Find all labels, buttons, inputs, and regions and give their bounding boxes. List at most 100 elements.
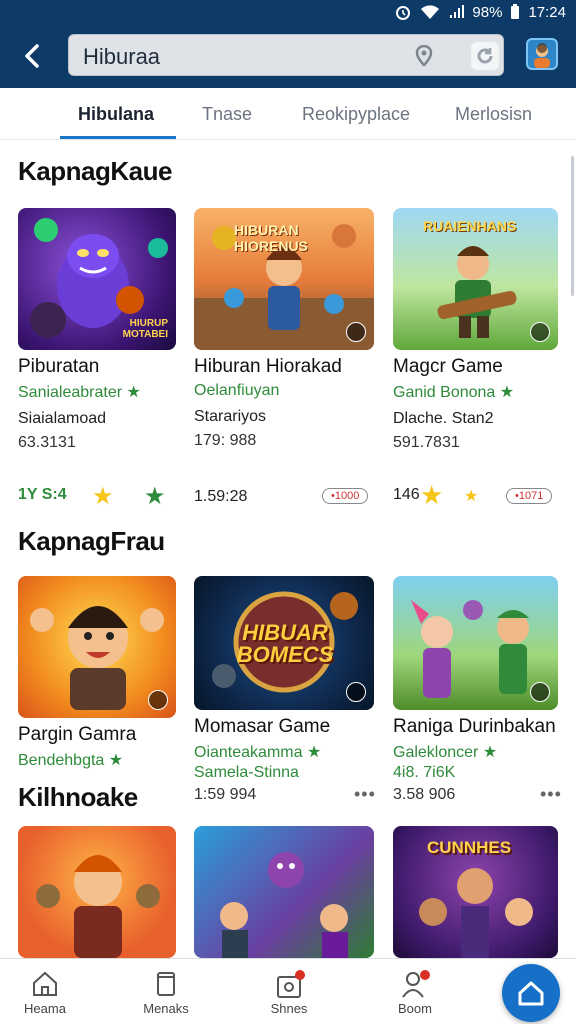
- section-title: KapnagKaue: [18, 156, 172, 186]
- avatar[interactable]: [526, 38, 558, 70]
- battery-percent: 98%: [472, 3, 503, 21]
- card-title: Piburatan: [18, 356, 100, 377]
- tab-tnase[interactable]: Tnase: [202, 104, 252, 125]
- search-input[interactable]: Hiburaa: [68, 34, 504, 76]
- game-thumbnail[interactable]: [194, 826, 374, 958]
- nav-label: Menaks: [143, 1001, 189, 1016]
- play-badge-icon: [346, 682, 366, 702]
- scrollbar[interactable]: [571, 156, 574, 296]
- refresh-icon: [477, 48, 493, 64]
- more-options-icon[interactable]: •••: [354, 784, 376, 805]
- card-title: Raniga Durinbakan: [393, 716, 556, 737]
- profile-icon: [534, 43, 550, 68]
- nav-label: Shnes: [270, 1001, 308, 1016]
- adventurer-art: [36, 855, 160, 958]
- clock: 17:24: [528, 3, 566, 21]
- game-card[interactable]: RUAIENHANS Magcr Game Ganid Bonona ★ Dla…: [393, 208, 559, 452]
- home-fab-button[interactable]: [502, 964, 560, 1022]
- star-icon: ★: [92, 483, 114, 510]
- thumb-title: HIBUAR BOMECS: [236, 620, 334, 667]
- game-card[interactable]: CUNNHES: [393, 826, 559, 958]
- tab-bar: Hibulana Tnase Reokipyplace Merlosisn: [0, 88, 576, 140]
- card-subtitle: Oelanfiuyan: [194, 382, 280, 399]
- game-card[interactable]: Raniga Durinbakan Galekloncer ★ 4i8. 7i6…: [393, 576, 559, 804]
- signal-icon: [450, 5, 465, 18]
- card-meta: Samela-Stinna: [194, 764, 299, 781]
- game-card[interactable]: [194, 826, 374, 958]
- card-subtitle: Sanialeabrater ★: [18, 384, 141, 401]
- lens-button[interactable]: [471, 42, 499, 70]
- game-card[interactable]: Pargin Gamra Bendehbgta ★: [18, 576, 184, 770]
- card-subtitle: Bendehbgta ★: [18, 752, 124, 769]
- app-screen: 98% 17:24 Hiburaa Hibulana Tnase Reokipy…: [0, 0, 576, 1024]
- card-subtitle: Oianteakamma ★: [194, 744, 322, 761]
- play-badge-icon: [530, 322, 550, 342]
- game-thumbnail[interactable]: HIURUP MOTABEI: [18, 208, 176, 350]
- search-query: Hiburaa: [83, 44, 161, 69]
- card-title: Momasar Game: [194, 716, 331, 737]
- document-icon: [157, 972, 175, 996]
- home-icon: [33, 971, 57, 996]
- card-meta: Dlache. Stan2: [393, 410, 494, 427]
- battery-icon: [511, 4, 520, 19]
- wifi-icon: [421, 5, 440, 19]
- card-stat: 3.58 906: [393, 786, 456, 803]
- card-subtitle: Ganid Bonona ★: [393, 384, 515, 401]
- back-button[interactable]: [14, 38, 50, 74]
- game-card[interactable]: [18, 826, 184, 958]
- arrow-left-icon: [25, 44, 39, 68]
- nav-profile[interactable]: Boom: [370, 969, 460, 1016]
- tab-reokipyplace[interactable]: Reokipyplace: [302, 104, 410, 125]
- nav-home[interactable]: Heama: [0, 969, 90, 1016]
- game-thumbnail[interactable]: [18, 576, 176, 718]
- top-bar: Hiburaa: [0, 24, 576, 88]
- rating-value: 1Y S:4: [18, 486, 67, 504]
- more-options-icon[interactable]: •••: [540, 784, 562, 805]
- thumb-title: HIBURAN HIORENUS: [234, 222, 308, 254]
- tab-hibulana[interactable]: Hibulana: [78, 104, 154, 125]
- game-thumbnail[interactable]: HIBURAN HIORENUS: [194, 208, 374, 350]
- count-pill-text: •1000: [322, 488, 369, 504]
- game-thumbnail[interactable]: HIBUAR BOMECS: [194, 576, 374, 710]
- thumb-title: CUNNHES: [427, 838, 512, 857]
- duration-value: 1.59:28: [194, 488, 248, 505]
- home-icon: [518, 981, 544, 1006]
- nav-label: Boom: [398, 1001, 432, 1016]
- game-card[interactable]: HIBUAR BOMECS Momasar Game Oianteakamma …: [194, 576, 374, 804]
- card-meta: Siaialamoad: [18, 410, 107, 427]
- card-stat: 179: 988: [194, 432, 257, 449]
- game-card[interactable]: HIURUP MOTABEI Piburatan Sanialeabrater …: [18, 208, 184, 452]
- game-thumbnail[interactable]: RUAIENHANS: [393, 208, 558, 350]
- heroes-art: [220, 852, 348, 958]
- card-stat: 591.7831: [393, 434, 460, 451]
- game-thumbnail[interactable]: [393, 576, 558, 710]
- nav-label: Heama: [24, 1001, 66, 1016]
- duration-text: 1.59:28: [194, 488, 247, 506]
- rating-value: 146: [393, 486, 420, 504]
- nav-menus[interactable]: Menaks: [121, 969, 211, 1016]
- card-stat: 1:59 994: [194, 786, 257, 803]
- rating-text: 146: [393, 486, 420, 503]
- location-pin-icon[interactable]: [415, 45, 433, 67]
- card-meta: 4i8. 7i6K: [393, 764, 456, 781]
- star-icon: ★: [144, 483, 166, 510]
- thumb-title: RUAIENHANS: [423, 218, 517, 234]
- tab-indicator: [60, 136, 176, 139]
- card-subtitle: Galekloncer ★: [393, 744, 498, 761]
- play-badge-icon: [530, 682, 550, 702]
- tab-merlosisn[interactable]: Merlosisn: [455, 104, 532, 125]
- alarm-icon: [396, 6, 411, 20]
- game-thumbnail[interactable]: CUNNHES: [393, 826, 558, 958]
- play-badge-icon: [148, 690, 168, 710]
- person-icon: [402, 970, 430, 998]
- rating-text: 1Y S:4: [18, 486, 67, 503]
- section-title: Kilhnoake: [18, 782, 138, 812]
- game-card[interactable]: HIBURAN HIORENUS Hiburan Hiorakad Oelanf…: [194, 208, 374, 450]
- count-pill: •1000: [322, 488, 369, 504]
- bottom-nav: Heama Menaks Shnes Boom: [0, 958, 576, 1024]
- star-icon: ★: [464, 488, 479, 505]
- game-thumbnail[interactable]: [18, 826, 176, 958]
- nav-shop[interactable]: Shnes: [244, 969, 334, 1016]
- shop-bag-icon: [277, 970, 305, 998]
- count-pill: •1071: [506, 488, 553, 504]
